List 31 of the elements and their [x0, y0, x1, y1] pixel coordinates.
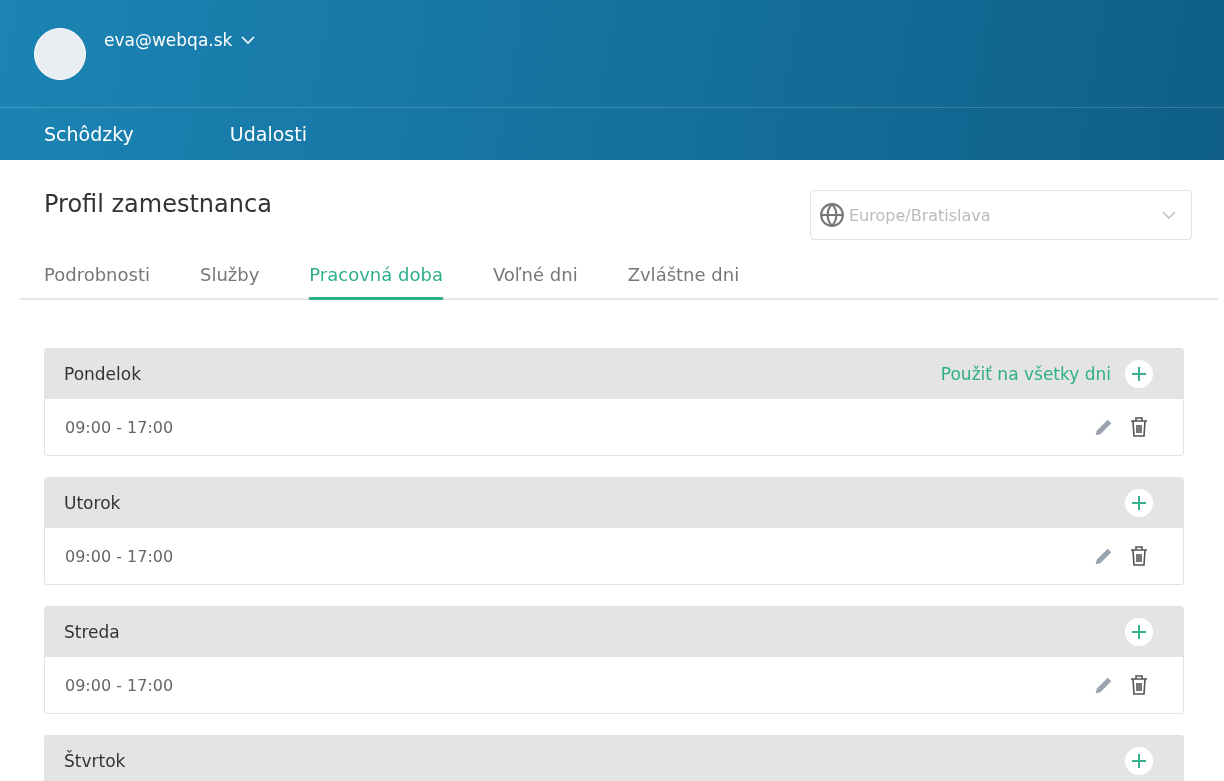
tab[interactable]: Zvláštne dni	[627, 254, 740, 300]
tab[interactable]: Podrobnosti	[44, 254, 150, 300]
chevron-down-icon	[1161, 210, 1177, 220]
tab[interactable]: Voľné dni	[492, 254, 578, 300]
plus-icon	[1130, 365, 1148, 383]
day-name: Utorok	[64, 493, 122, 513]
nav-link[interactable]: Schôdzky	[44, 123, 134, 145]
day-name: Štvrtok	[64, 751, 127, 771]
time-range: 09:00 - 17:00	[65, 675, 175, 695]
add-button[interactable]	[1125, 618, 1153, 646]
plus-icon	[1130, 494, 1148, 512]
trash-icon[interactable]	[1129, 416, 1149, 438]
trash-icon[interactable]	[1129, 674, 1149, 696]
add-button[interactable]	[1125, 747, 1153, 775]
plus-icon	[1130, 752, 1148, 770]
day-name: Streda	[64, 622, 121, 642]
nav-link[interactable]: Udalosti	[229, 123, 307, 145]
trash-icon[interactable]	[1129, 545, 1149, 567]
add-button[interactable]	[1125, 360, 1153, 388]
avatar[interactable]	[34, 27, 86, 80]
chevron-down-icon	[240, 34, 257, 45]
plus-icon	[1130, 623, 1148, 641]
globe-icon	[819, 202, 845, 228]
time-range: 09:00 - 17:00	[65, 546, 175, 566]
day-name: Pondelok	[64, 364, 143, 384]
time-range: 09:00 - 17:00	[65, 417, 175, 437]
account-menu[interactable]: eva@webqa.sk	[104, 29, 257, 50]
add-button[interactable]	[1125, 489, 1153, 517]
page-title: Profil zamestnanca	[44, 190, 272, 218]
tab[interactable]: Pracovná doba	[309, 254, 443, 300]
tab[interactable]: Služby	[199, 254, 260, 300]
